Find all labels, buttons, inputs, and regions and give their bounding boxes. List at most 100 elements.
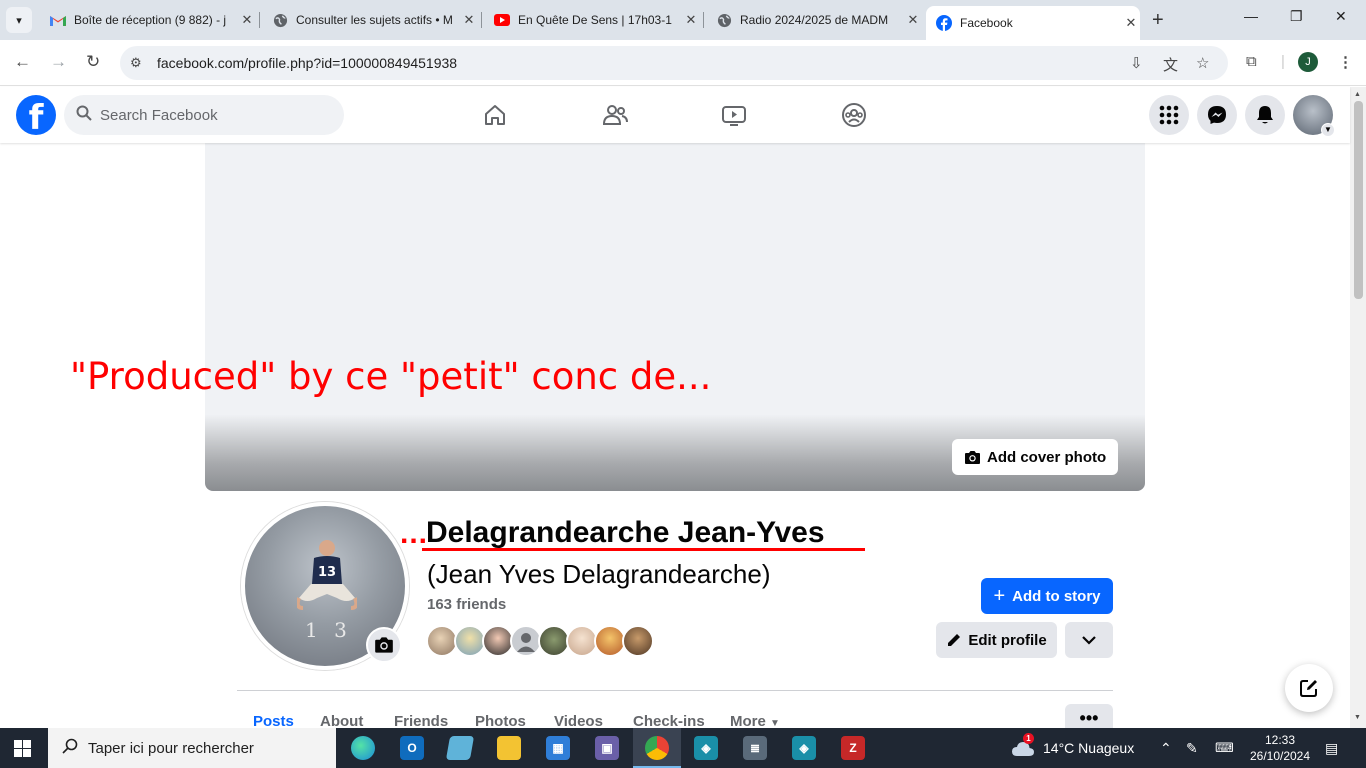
tab-about[interactable]: About xyxy=(320,713,363,728)
groups-icon[interactable] xyxy=(840,101,868,129)
weather-cloud-icon[interactable]: 1 xyxy=(1010,733,1036,760)
scroll-up-icon[interactable]: ▲ xyxy=(1354,91,1361,98)
compose-icon xyxy=(1300,680,1317,697)
globe-icon xyxy=(272,12,288,28)
notes-app-icon[interactable] xyxy=(445,736,475,760)
chevron-down-icon xyxy=(1082,635,1096,645)
translate-icon[interactable]: 文 xyxy=(1163,54,1178,75)
network-app-icon-2[interactable]: ◈ xyxy=(792,736,816,760)
close-tab-icon[interactable]: ✕ xyxy=(460,12,478,28)
tab-gmail[interactable]: Boîte de réception (9 882) - j ✕ xyxy=(40,6,256,34)
tab-search-button[interactable]: ▾ xyxy=(6,7,32,33)
search-icon xyxy=(76,105,92,126)
url-text[interactable]: facebook.com/profile.php?id=100000849451… xyxy=(157,55,457,71)
site-info-icon[interactable]: ⚙ xyxy=(130,55,142,71)
tab-posts[interactable]: Posts xyxy=(253,713,294,728)
tab-separator xyxy=(481,12,482,28)
restore-icon[interactable]: ❐ xyxy=(1290,8,1303,25)
tab-friends[interactable]: Friends xyxy=(394,713,448,728)
facebook-logo-icon[interactable]: f xyxy=(16,95,56,135)
messenger-icon[interactable] xyxy=(1197,95,1237,135)
annotation-dots: ... xyxy=(400,517,429,550)
tab-title: En Quête De Sens | 17h03-1 xyxy=(518,13,672,27)
store-icon[interactable]: ▦ xyxy=(546,736,570,760)
tab-facebook[interactable]: Facebook ✕ xyxy=(926,6,1140,40)
address-bar[interactable]: ⚙ facebook.com/profile.php?id=1000008494… xyxy=(120,46,1228,80)
add-cover-photo-button[interactable]: Add cover photo xyxy=(952,439,1119,475)
filezilla-icon[interactable]: Z xyxy=(841,736,865,760)
taskbar-search[interactable]: Taper ici pour rechercher xyxy=(48,728,336,768)
tab-forum[interactable]: Consulter les sujets actifs • M ✕ xyxy=(262,6,478,34)
home-icon[interactable] xyxy=(481,101,509,129)
add-to-story-button[interactable]: + Add to story xyxy=(981,578,1113,614)
tab-check-ins[interactable]: Check-ins xyxy=(633,713,705,728)
page-scrollbar[interactable]: ▲ ▼ xyxy=(1350,87,1366,728)
forward-icon[interactable]: → xyxy=(50,52,67,72)
document-app-icon[interactable]: ≣ xyxy=(743,736,767,760)
friends-count-link[interactable]: 163 friends xyxy=(427,596,506,613)
shirt-number: 13 xyxy=(318,565,336,580)
tab-videos[interactable]: Videos xyxy=(554,713,603,728)
profile-name: Delagrandearche Jean-Yves xyxy=(426,516,825,549)
profile-photo-image: 13 xyxy=(297,540,357,610)
close-window-icon[interactable]: ✕ xyxy=(1335,8,1347,25)
windows-taskbar: Taper ici pour rechercher O ▦ ▣ ◈ ≣ ◈ Z … xyxy=(0,728,1366,768)
close-tab-icon[interactable]: ✕ xyxy=(1122,15,1140,31)
tab-youtube[interactable]: En Quête De Sens | 17h03-1 ✕ xyxy=(484,6,700,34)
more-options-button[interactable]: ••• xyxy=(1065,704,1113,728)
tab-radio[interactable]: Radio 2024/2025 de MADM ✕ xyxy=(706,6,922,34)
search-input[interactable] xyxy=(100,95,330,135)
scroll-down-icon[interactable]: ▼ xyxy=(1354,714,1361,721)
notifications-icon[interactable]: ▤ xyxy=(1325,740,1338,757)
profile-page: Add cover photo "Produced" by ce "petit"… xyxy=(0,143,1350,728)
browser-profile-avatar[interactable]: J xyxy=(1298,52,1318,72)
menu-grid-icon[interactable] xyxy=(1149,95,1189,135)
file-explorer-icon[interactable] xyxy=(497,736,521,760)
bookmark-star-icon[interactable]: ☆ xyxy=(1196,54,1209,72)
facebook-search[interactable] xyxy=(64,95,344,135)
edge-icon[interactable] xyxy=(351,736,375,760)
taskbar-clock[interactable]: 12:33 26/10/2024 xyxy=(1249,732,1311,764)
back-icon[interactable]: ← xyxy=(14,52,31,72)
close-tab-icon[interactable]: ✕ xyxy=(904,12,922,28)
network-app-icon[interactable]: ◈ xyxy=(694,736,718,760)
close-tab-icon[interactable]: ✕ xyxy=(238,12,256,28)
update-profile-picture-button[interactable] xyxy=(366,627,402,663)
keyboard-icon[interactable]: ⌨ xyxy=(1215,740,1234,756)
clock-time: 12:33 xyxy=(1264,733,1296,747)
profile-divider xyxy=(237,690,1113,691)
new-tab-icon[interactable]: + xyxy=(1152,9,1164,32)
image-viewer-icon[interactable]: ▣ xyxy=(595,736,619,760)
youtube-icon xyxy=(494,12,510,28)
scrollbar-thumb[interactable] xyxy=(1354,101,1363,299)
camera-icon xyxy=(965,450,980,464)
new-message-button[interactable] xyxy=(1285,664,1333,712)
add-cover-label: Add cover photo xyxy=(987,448,1107,466)
minimize-icon[interactable]: — xyxy=(1244,8,1258,24)
profile-options-button[interactable] xyxy=(1065,622,1113,658)
weather-text[interactable]: 14°C Nuageux xyxy=(1043,740,1134,756)
tab-more[interactable]: More ▼ xyxy=(730,713,780,728)
tab-title: Radio 2024/2025 de MADM xyxy=(740,13,889,27)
annotation-caption: "Produced" by ce "petit" conc de... xyxy=(70,355,712,398)
weather-badge: 1 xyxy=(1023,733,1034,744)
cover-photo-area: Add cover photo xyxy=(205,143,1145,491)
friend-avatar[interactable] xyxy=(622,625,654,657)
tab-photos[interactable]: Photos xyxy=(475,713,526,728)
notifications-bell-icon[interactable] xyxy=(1245,95,1285,135)
outlook-icon[interactable]: O xyxy=(400,736,424,760)
chrome-menu-icon[interactable]: ⋮ xyxy=(1338,53,1353,71)
extensions-icon[interactable]: ⧉ xyxy=(1246,53,1257,70)
taskbar-search-placeholder: Taper ici pour rechercher xyxy=(88,739,254,757)
video-icon[interactable] xyxy=(720,101,748,129)
close-tab-icon[interactable]: ✕ xyxy=(682,12,700,28)
account-avatar[interactable]: ▼ xyxy=(1293,95,1335,137)
edit-profile-button[interactable]: Edit profile xyxy=(936,622,1057,658)
chrome-icon[interactable] xyxy=(645,736,669,760)
reload-icon[interactable]: ↻ xyxy=(86,52,100,72)
windows-start-icon[interactable] xyxy=(14,740,31,757)
friends-icon[interactable] xyxy=(601,101,629,129)
install-app-icon[interactable]: ⇩ xyxy=(1130,54,1143,72)
tray-chevron-up-icon[interactable]: ⌃ xyxy=(1160,740,1172,757)
pen-icon[interactable]: ✎ xyxy=(1186,740,1198,757)
